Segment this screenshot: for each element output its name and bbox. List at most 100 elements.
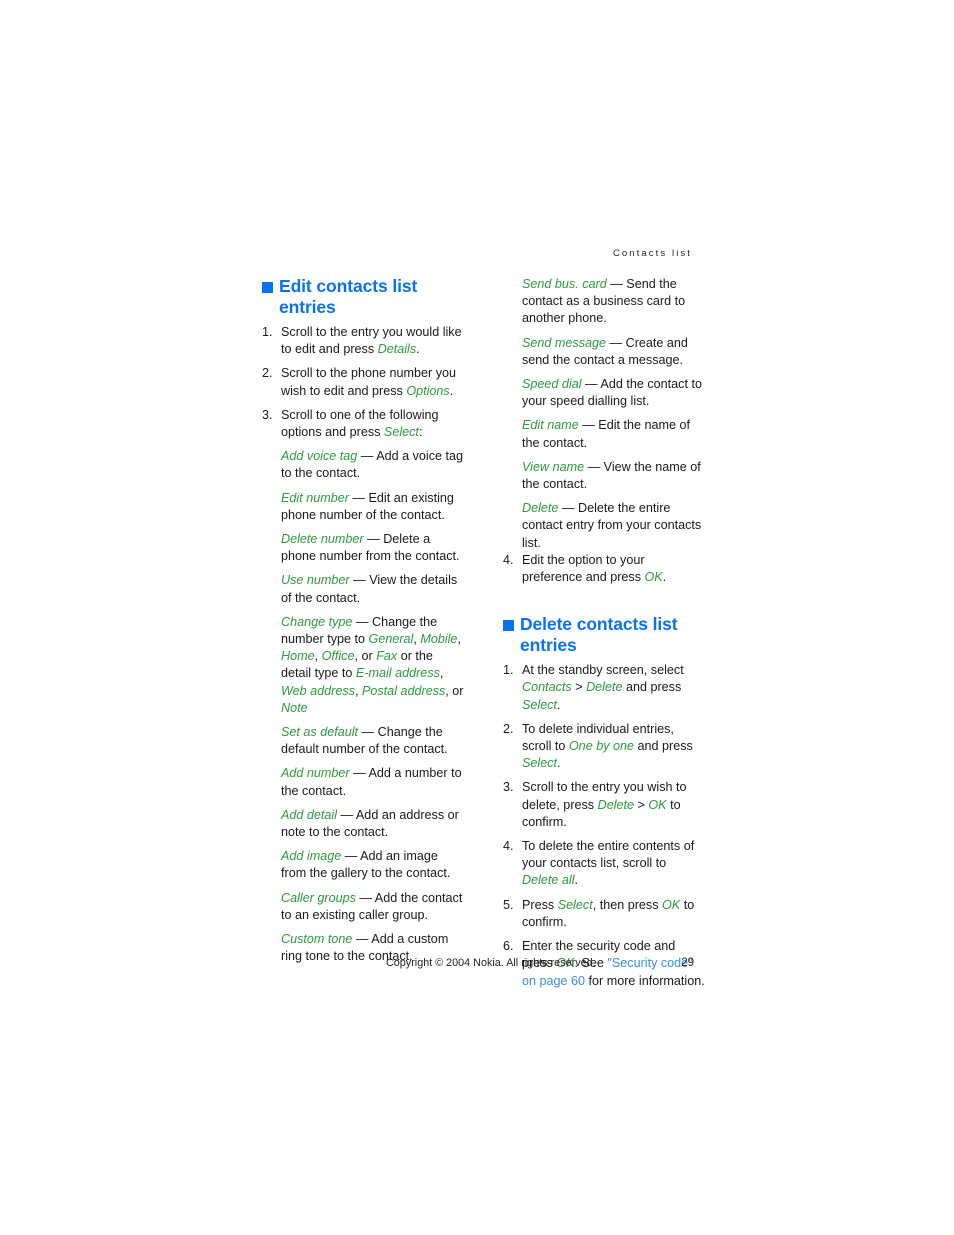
right-column: Send bus. card — Send the contact as a b… xyxy=(503,276,706,997)
option-description: Add voice tag — Add a voice tag to the c… xyxy=(262,448,465,482)
document-page: Contacts list Edit contacts list entries… xyxy=(0,0,954,1235)
page-footer: Copyright © 2004 Nokia. All rights reser… xyxy=(262,955,694,973)
body-text: . xyxy=(574,873,579,888)
section-heading-edit-contacts-label: Edit contacts list entries xyxy=(279,276,418,317)
ui-term: Select xyxy=(522,756,558,771)
ui-term: Send bus. card xyxy=(522,277,607,291)
body-text: , xyxy=(354,683,362,698)
step-text: Scroll to one of the following options a… xyxy=(281,408,439,439)
ui-term: Select xyxy=(383,425,419,440)
option-description: Delete number — Delete a phone number fr… xyxy=(262,531,465,565)
option-description: Change type — Change the number type to … xyxy=(262,614,465,717)
ui-term: Custom tone xyxy=(281,932,353,947)
body-text: Press xyxy=(522,897,558,912)
step-text: Scroll to the phone number you wish to e… xyxy=(281,366,456,397)
option-description: View name — View the name of the contact… xyxy=(503,459,706,493)
step-text: Scroll to the entry you would like to ed… xyxy=(281,325,462,356)
left-column: Edit contacts list entries 1. Scroll to t… xyxy=(262,276,465,966)
page-number: 29 xyxy=(681,957,694,969)
ui-term: Mobile xyxy=(420,632,458,647)
body-text: for more information. xyxy=(585,973,705,988)
body-text: . xyxy=(416,342,420,357)
numbered-step: 2. To delete individual entries, scroll t… xyxy=(503,721,706,773)
option-description: Edit name — Edit the name of the contact… xyxy=(503,417,706,451)
step-text: To delete the entire contents of your co… xyxy=(522,839,694,887)
numbered-step: 5. Press Select, then press OK to confirm… xyxy=(503,897,706,931)
numbered-step: 1. At the standby screen, select Contacts… xyxy=(503,662,706,714)
ui-term: Set as default xyxy=(281,725,359,740)
section-heading-delete-contacts-label: Delete contacts list entries xyxy=(520,614,678,656)
step-number: 1. xyxy=(503,663,514,678)
step-number: 4. xyxy=(503,552,514,567)
ui-term: One by one xyxy=(568,739,635,754)
ui-term: Office xyxy=(321,649,355,664)
step-number: 6. xyxy=(503,939,514,954)
edit-options-list: Add voice tag — Add a voice tag to the c… xyxy=(262,448,465,965)
step-number: 3. xyxy=(262,407,273,422)
edit-steps-list: 1. Scroll to the entry you would like to … xyxy=(262,324,465,441)
step-text: At the standby screen, select Contacts >… xyxy=(522,663,684,711)
numbered-step: 3. Scroll to one of the following options… xyxy=(262,407,465,441)
ui-term: Delete xyxy=(586,680,623,695)
ui-term: Select xyxy=(522,697,558,712)
ui-term: General xyxy=(368,632,414,647)
ui-term: Home xyxy=(281,649,315,664)
numbered-step: 2. Scroll to the phone number you wish to… xyxy=(262,365,465,399)
ui-term: OK xyxy=(662,897,681,912)
ui-term: Add voice tag xyxy=(281,449,358,464)
option-description: Add detail — Add an address or note to t… xyxy=(262,807,465,841)
body-text: , or xyxy=(354,649,377,664)
body-text: To delete the entire contents of your co… xyxy=(522,839,695,871)
option-description: Delete — Delete the entire contact entry… xyxy=(503,500,706,552)
option-description: Speed dial — Add the contact to your spe… xyxy=(503,376,706,410)
copyright-notice: Copyright © 2004 Nokia. All rights reser… xyxy=(386,957,596,969)
body-text: At the standby screen, select xyxy=(522,663,684,678)
step-number: 2. xyxy=(503,721,514,736)
step-text: Scroll to the entry you wish to delete, … xyxy=(522,780,687,828)
ui-term: Delete all xyxy=(522,873,575,888)
ui-term: Add number xyxy=(281,766,350,781)
delete-steps-list: 1. At the standby screen, select Contacts… xyxy=(503,662,706,989)
ui-term: Contacts xyxy=(522,680,572,695)
step-text: To delete individual entries, scroll to … xyxy=(522,722,693,770)
step-number: 3. xyxy=(503,780,514,795)
ui-term: Send message xyxy=(522,335,607,350)
edit-options-list-continued: Send bus. card — Send the contact as a b… xyxy=(503,276,706,552)
numbered-step: 4. To delete the entire contents of your … xyxy=(503,838,706,890)
ui-term: Note xyxy=(281,700,308,715)
section-heading-delete-contacts: Delete contacts list entries xyxy=(503,614,706,656)
body-text: Edit the option to your preference and p… xyxy=(522,552,645,585)
ui-term: Web address xyxy=(281,683,355,698)
body-text: > xyxy=(634,797,649,812)
option-description: Edit number — Edit an existing phone num… xyxy=(262,490,465,524)
body-text: > xyxy=(571,680,587,695)
ui-term: Delete number xyxy=(281,532,364,547)
ui-term: View name xyxy=(522,459,585,474)
ui-term: Add detail xyxy=(281,807,338,822)
ui-term: Fax xyxy=(376,649,398,664)
body-text: , or xyxy=(445,683,464,698)
ui-term: Edit name xyxy=(522,418,579,433)
option-description: Send bus. card — Send the contact as a b… xyxy=(503,276,706,328)
numbered-step: 3. Scroll to the entry you wish to delete… xyxy=(503,779,706,831)
step-number: 5. xyxy=(503,897,514,912)
option-description: Caller groups — Add the contact to an ex… xyxy=(262,890,465,924)
ui-term: Delete xyxy=(522,501,559,516)
ui-term: Edit number xyxy=(281,490,349,505)
body-text: , xyxy=(439,666,444,681)
step-number: 4. xyxy=(503,839,514,854)
ui-term: Use number xyxy=(281,573,350,588)
option-description: Use number — View the details of the con… xyxy=(262,572,465,606)
edit-steps-list-continued: 4. Edit the option to your preference and… xyxy=(503,552,706,586)
ui-term: Speed dial xyxy=(522,377,582,392)
ui-term: Options xyxy=(406,383,450,398)
page-columns: Edit contacts list entries 1. Scroll to t… xyxy=(262,276,705,988)
square-bullet-icon xyxy=(262,282,273,293)
step-number: 2. xyxy=(262,366,273,381)
body-text: . xyxy=(662,570,667,585)
body-text: : xyxy=(418,425,423,440)
section-heading-edit-contacts: Edit contacts list entries xyxy=(262,276,465,318)
body-text: , xyxy=(457,632,461,647)
ui-term: Postal address xyxy=(361,683,446,698)
option-description: Send message — Create and send the conta… xyxy=(503,335,706,369)
